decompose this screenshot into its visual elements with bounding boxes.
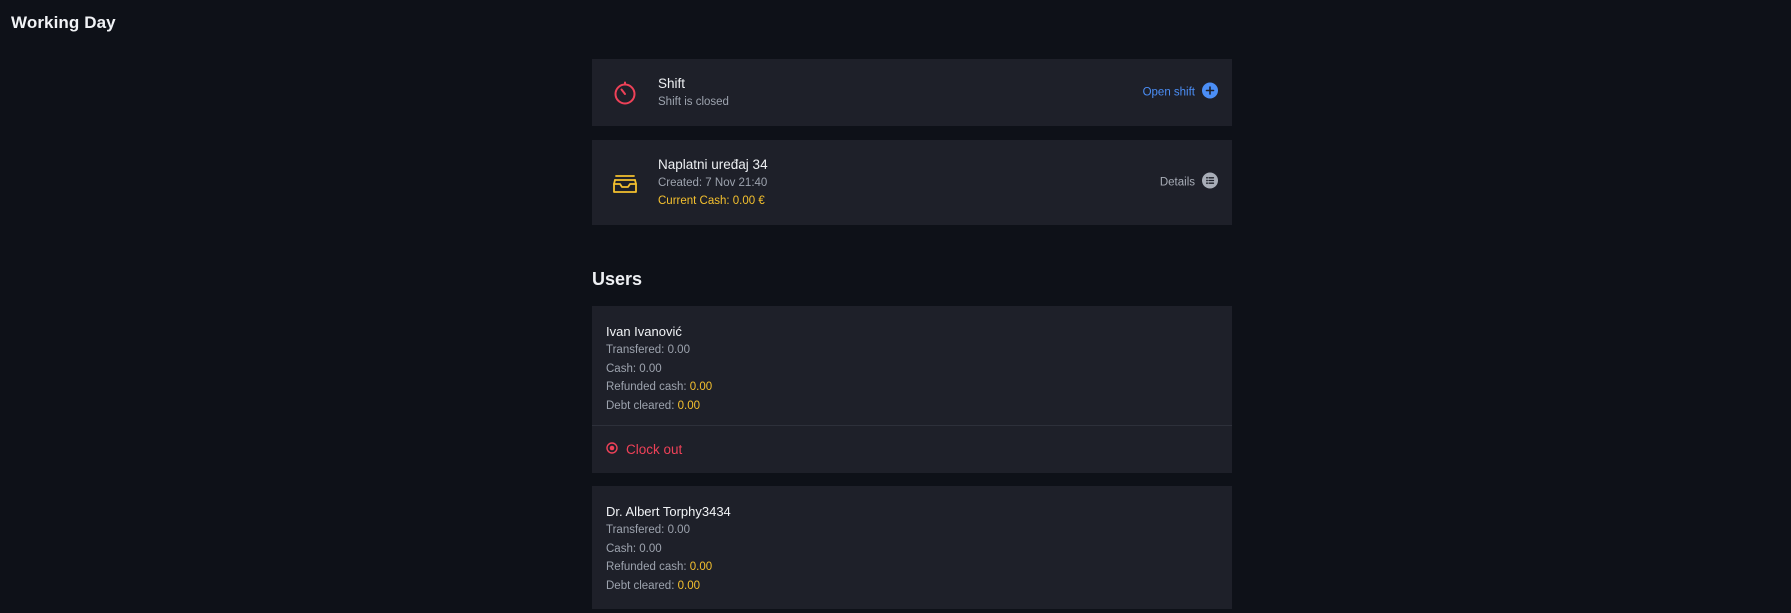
user-transfered: Transfered: 0.00 [606,344,690,356]
shift-card: Shift Shift is closed Open shift [592,59,1232,126]
user-transfered: Transfered: 0.00 [606,524,690,536]
details-label: Details [1159,176,1195,189]
user-info: Dr. Albert Torphy3434 Transfered: 0.00 C… [592,486,1232,609]
cash-register-current-cash: Current Cash: 0.00 € [658,194,765,207]
open-shift-label: Open shift [1142,86,1195,99]
shift-info: Shift Shift is closed [658,75,729,111]
user-name: Ivan Ivanović [606,324,682,339]
inbox-tray-icon [592,140,658,225]
cash-register-created: Created: 7 Nov 21:40 [658,176,768,189]
cash-register-info: Naplatni uređaj 34 Created: 7 Nov 21:40 … [658,156,768,210]
shift-status: Shift is closed [658,95,729,108]
user-debt-cleared: Debt cleared: 0.00 [606,579,700,592]
open-shift-button[interactable]: Open shift [1143,82,1218,103]
user-name: Dr. Albert Torphy3434 [606,504,731,519]
user-refunded-cash: Refunded cash: 0.00 [606,561,713,573]
user-card: Ivan Ivanović Transfered: 0.00 Cash: 0.0… [592,306,1232,473]
main-column: Shift Shift is closed Open shift Naplatn… [592,59,1232,609]
cash-register-title: Naplatni uređaj 34 [658,156,768,172]
user-info: Ivan Ivanović Transfered: 0.00 Cash: 0.0… [592,306,1232,425]
user-cash: Cash: 0.00 [606,542,662,555]
shift-title: Shift [658,75,686,91]
record-icon [606,441,618,459]
timer-icon [592,59,658,126]
user-debt-cleared: Debt cleared: 0.00 [606,399,700,412]
user-card: Dr. Albert Torphy3434 Transfered: 0.00 C… [592,486,1232,609]
page-title: Working Day [11,13,116,32]
clock-out-label: Clock out [626,442,683,457]
users-section-title: Users [592,269,643,289]
user-cash: Cash: 0.00 [606,362,662,375]
details-button[interactable]: Details [1160,172,1218,193]
plus-circle-icon [1202,82,1218,103]
list-circle-icon [1202,172,1218,193]
cash-register-card: Naplatni uređaj 34 Created: 7 Nov 21:40 … [592,140,1232,225]
clock-out-button[interactable]: Clock out [592,426,1232,473]
user-refunded-cash: Refunded cash: 0.00 [606,381,713,393]
